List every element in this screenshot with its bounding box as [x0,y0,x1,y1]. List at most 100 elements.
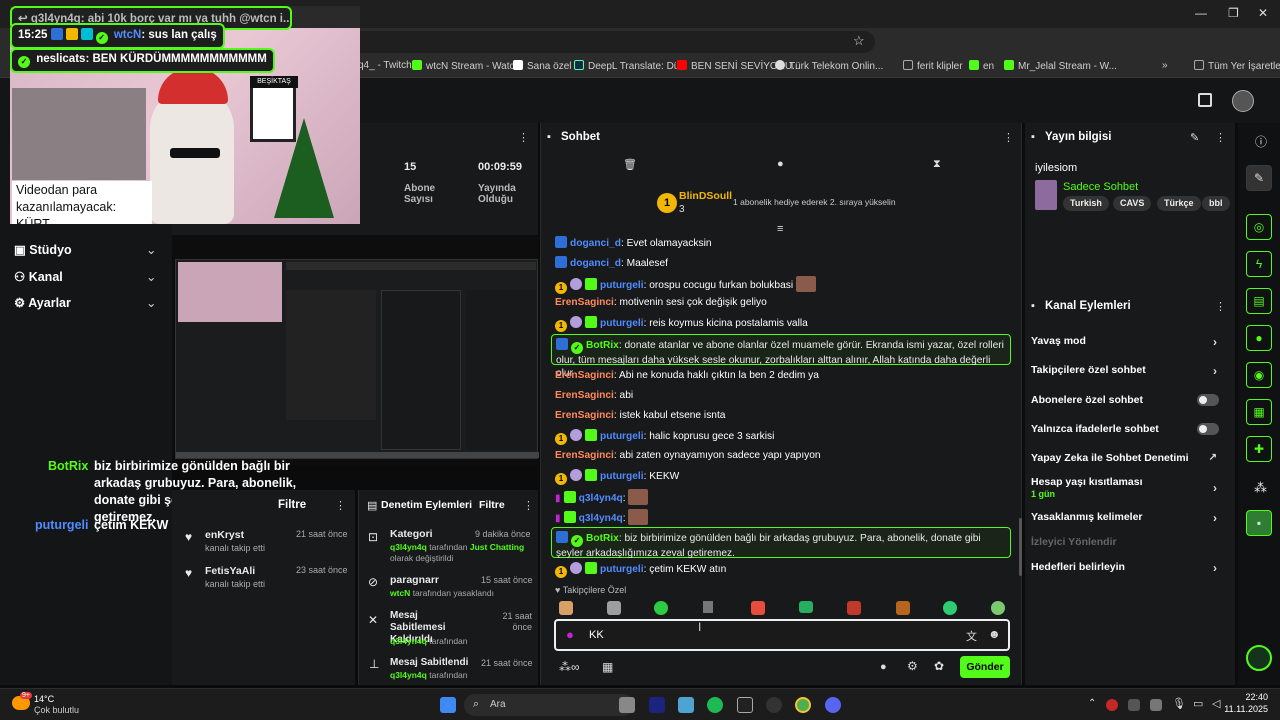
emoji-icon[interactable]: ☻ [988,627,1001,641]
premiere-icon[interactable] [649,697,665,713]
tray-chevron-icon[interactable]: ⌃ [1088,698,1096,709]
scrollbar[interactable] [1019,518,1022,576]
stream-manager-icon[interactable] [1198,93,1212,107]
gear-icon[interactable]: ⚙ [907,659,918,673]
ai-moderation-item[interactable]: Yapay Zeka ile Sohbet Denetimi ↗ [1031,452,1229,464]
sidebar-item-studio[interactable]: ▣ Stüdyo ⌄ [14,242,156,257]
info-icon[interactable]: ⓘ [1255,133,1267,150]
edit-icon[interactable]: ✎ [1190,131,1199,144]
menu-icon[interactable]: ⋮ [1215,300,1226,313]
emote-only-toggle[interactable] [1197,423,1219,435]
chat-icon[interactable]: ● [777,158,784,170]
trash-icon[interactable]: 🗑 [623,158,637,171]
chat-username[interactable]: puturgeli [600,280,644,291]
bookmark-item[interactable]: Mr_Jelal Stream - W... [1004,60,1117,72]
bolt-icon[interactable]: ϟ [1246,251,1272,277]
url-field[interactable] [340,31,875,53]
emote[interactable] [607,601,621,615]
more-bookmarks-icon[interactable]: » [1162,60,1168,71]
bookmark-star-icon[interactable]: ☆ [853,33,865,49]
chat-username[interactable]: puturgeli [600,564,644,575]
chat-username[interactable]: ErenSaginci [555,450,614,461]
chat-username[interactable]: BotRix [586,340,619,351]
points-icon[interactable]: ⁂∞ [559,660,580,674]
emote-picker-icon[interactable]: ✿ [934,659,944,673]
goals-item[interactable]: Hedefleri belirleyin › [1031,561,1229,575]
layout-icon[interactable]: ▦ [1246,399,1272,425]
bookmark-item[interactable]: q4_ - Twitch [358,60,412,71]
subscribers-only-toggle[interactable] [1197,394,1219,406]
broadcast-icon[interactable]: ◉ [1246,362,1272,388]
emote[interactable] [943,601,957,615]
send-button[interactable]: Gönder [960,656,1010,678]
tray-icon[interactable] [1106,699,1118,711]
chat-username[interactable]: BotRix [586,533,619,544]
task-view-icon[interactable] [619,697,635,713]
all-bookmarks[interactable]: Tüm Yer İşaretleri [1194,60,1280,72]
emote[interactable] [703,601,713,613]
chat-icon[interactable]: ● [1246,325,1272,351]
document-icon[interactable]: ▤ [1246,288,1272,314]
emote[interactable] [654,601,668,615]
taskbar-search[interactable]: ⌕ Ara [464,694,634,716]
tag-chip[interactable]: Türkçe [1157,196,1201,211]
slow-mode-item[interactable]: Yavaş mod › [1031,335,1229,349]
banned-words-item[interactable]: Yasaklanmış kelimeler › [1031,511,1229,525]
tray-icon[interactable] [1128,699,1140,711]
gift-leader-name[interactable]: BlinDSoull [679,190,732,202]
windows-start-icon[interactable] [440,697,456,713]
network-icon[interactable]: ▭ [1193,697,1203,710]
epic-games-icon[interactable] [737,697,753,713]
category-link[interactable]: Sadece Sohbet [1063,181,1138,193]
sidebar-item-channel[interactable]: ⚇ Kanal ⌄ [14,269,156,284]
bookmark-item[interactable]: Türk Telekom Onlin... [775,60,883,72]
tray-icon[interactable] [1150,699,1162,711]
maximize-icon[interactable]: ❐ [1228,6,1239,20]
sidebar-item-settings[interactable]: ⚙ Ayarlar ⌄ [14,295,156,310]
apps-icon[interactable]: ⁂ [1254,480,1267,496]
clock-time[interactable]: 22:40 [1232,692,1268,702]
chat-username[interactable]: puturgeli [600,431,644,442]
menu-icon[interactable]: ⋮ [1215,131,1226,144]
chat-username[interactable]: ErenSaginci [555,370,614,381]
app-icon[interactable] [766,697,782,713]
chat-username[interactable]: q3l4yn4q [579,513,623,524]
volume-icon[interactable]: ◁ [1212,697,1220,710]
menu-icon[interactable]: ⋮ [523,499,534,512]
chat-username[interactable]: ErenSaginci [555,410,614,421]
minimize-icon[interactable]: — [1195,6,1207,20]
chat-bubble-icon[interactable]: ● [880,661,887,673]
chat-username[interactable]: ErenSaginci [555,297,614,308]
chat-username[interactable]: doganci_d [570,238,621,249]
chat-username[interactable]: puturgeli [600,471,644,482]
filter-button[interactable]: Filtre [278,499,306,511]
bookmark-item[interactable]: Sana özel [513,60,571,72]
followers-only-item[interactable]: Takipçilere özel sohbet › [1031,364,1229,378]
emote[interactable] [847,601,861,615]
chat-input-value[interactable]: KK [589,629,604,641]
clock-date[interactable]: 11.11.2025 [1222,704,1268,714]
collapse-icon[interactable]: ≡ [777,223,783,235]
tag-chip[interactable]: CAVS [1113,196,1152,211]
menu-icon[interactable]: ⋮ [1003,131,1014,144]
tag-chip[interactable]: bbl [1202,196,1230,211]
microphone-icon[interactable]: 🎙 [1172,697,1186,710]
bookmark-folder[interactable]: ferit klipler [903,60,963,72]
menu-icon[interactable]: ⋮ [518,131,529,144]
translate-icon[interactable]: 文 [966,628,977,644]
tag-chip[interactable]: Turkish [1063,196,1109,211]
discord-icon[interactable] [825,697,841,713]
bookmark-item[interactable]: en [969,60,994,72]
timer-icon[interactable]: ⧗ [933,158,941,171]
target-icon[interactable]: ◎ [1246,214,1272,240]
chat-input[interactable]: ● KK 文 ☻ [554,619,1010,651]
chat-username[interactable]: q3l4yn4q [579,493,623,504]
stream-preview[interactable] [172,235,539,465]
app-icon[interactable] [678,697,694,713]
app-icon[interactable]: ▪ [1246,510,1272,536]
emote[interactable] [559,601,573,615]
emote[interactable] [751,601,765,615]
edit-icon[interactable]: ✎ [1246,165,1272,191]
spotify-icon[interactable] [707,697,723,713]
user-avatar[interactable] [1232,90,1254,112]
